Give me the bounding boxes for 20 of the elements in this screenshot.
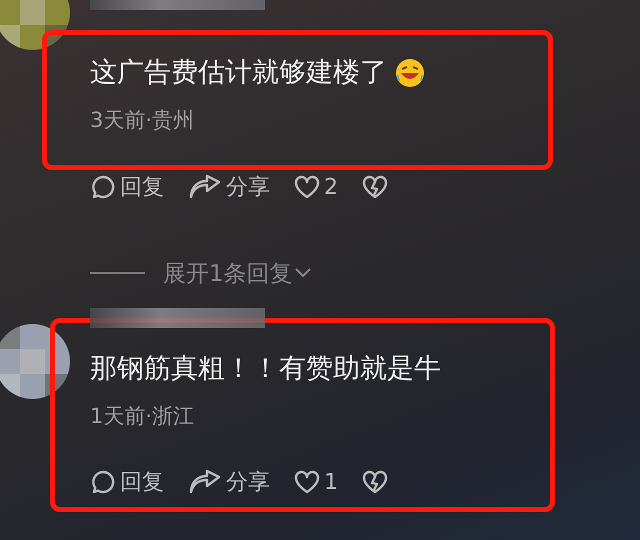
dislike-button[interactable] — [362, 175, 388, 199]
expand-replies-link[interactable]: 展开1条回复 — [163, 258, 311, 288]
dislike-button[interactable] — [362, 470, 388, 494]
like-button[interactable]: 1 — [294, 470, 338, 494]
share-button[interactable]: 分享 — [188, 467, 270, 497]
chevron-down-icon — [294, 268, 311, 278]
comment-text: 那钢筋真粗！！有赞助就是牛 — [90, 352, 441, 386]
share-button[interactable]: 分享 — [188, 172, 270, 202]
comment-icon[interactable] — [90, 174, 116, 200]
comment-text: 这广告费估计就够建楼了 — [90, 56, 387, 90]
heart-icon[interactable] — [294, 175, 320, 199]
share-icon[interactable] — [188, 174, 222, 200]
share-icon[interactable] — [188, 469, 222, 495]
comment-icon[interactable] — [90, 469, 116, 495]
comment-meta: 1天前·浙江 — [90, 403, 194, 429]
like-button[interactable]: 2 — [294, 174, 338, 200]
reply-button[interactable]: 回复 — [90, 467, 164, 497]
reply-button[interactable]: 回复 — [90, 172, 164, 202]
comment-meta: 3天前·贵州 — [90, 107, 194, 133]
heart-icon[interactable] — [294, 470, 320, 494]
